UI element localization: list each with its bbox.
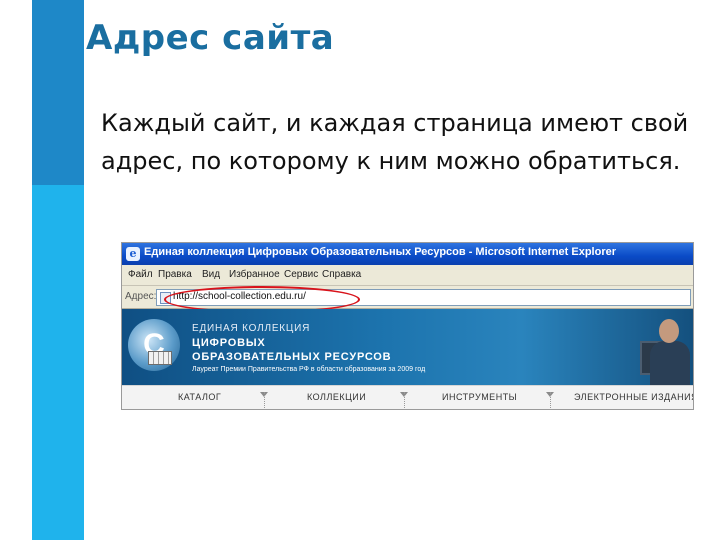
person-head (659, 319, 679, 343)
banner-line-2: ЦИФРОВЫХ (192, 337, 266, 349)
nav-item-catalog[interactable]: КАТАЛОГ (178, 392, 221, 402)
browser-window-title: Единая коллекция Цифровых Образовательны… (144, 246, 617, 258)
person-torso (650, 341, 690, 385)
nav-item-tools[interactable]: ИНСТРУМЕНТЫ (442, 392, 517, 402)
person-photo (640, 313, 692, 385)
address-label: Адрес: (125, 291, 157, 302)
banner-line-3: ОБРАЗОВАТЕЛЬНЫХ РЕСУРСОВ (192, 351, 392, 363)
browser-title-bar: e Единая коллекция Цифровых Образователь… (122, 243, 693, 265)
nav-separator (404, 392, 405, 409)
side-bar-light (32, 185, 84, 540)
menu-item-help[interactable]: Справка (322, 269, 361, 280)
nav-separator (550, 392, 551, 409)
nav-item-e-publications[interactable]: ЭЛЕКТРОННЫЕ ИЗДАНИЯ (574, 392, 693, 402)
menu-item-file[interactable]: Файл (128, 269, 153, 280)
ie-icon: e (126, 247, 140, 261)
books-icon (148, 351, 172, 365)
nav-item-collections[interactable]: КОЛЛЕКЦИИ (307, 392, 366, 402)
menu-item-tools[interactable]: Сервис (284, 269, 318, 280)
menu-item-edit[interactable]: Правка (158, 269, 192, 280)
banner-line-1: ЕДИНАЯ КОЛЛЕКЦИЯ (192, 323, 311, 334)
browser-screenshot: e Единая коллекция Цифровых Образователь… (121, 242, 694, 410)
slide-title: Адрес сайта (86, 18, 335, 58)
nav-separator (264, 392, 265, 409)
banner-line-4: Лауреат Премии Правительства РФ в област… (192, 366, 426, 373)
browser-menu-bar: Файл Правка Вид Избранное Сервис Справка (122, 265, 693, 286)
slide-body-text: Каждый сайт, и каждая страница имеют сво… (101, 109, 689, 175)
side-bar-dark (32, 0, 84, 185)
menu-item-favorites[interactable]: Избранное (229, 269, 280, 280)
site-nav: КАТАЛОГ КОЛЛЕКЦИИ ИНСТРУМЕНТЫ ЭЛЕКТРОННЫ… (122, 385, 693, 409)
menu-item-view[interactable]: Вид (202, 269, 220, 280)
site-banner: C ЕДИНАЯ КОЛЛЕКЦИЯ ЦИФРОВЫХ ОБРАЗОВАТЕЛЬ… (122, 309, 693, 385)
